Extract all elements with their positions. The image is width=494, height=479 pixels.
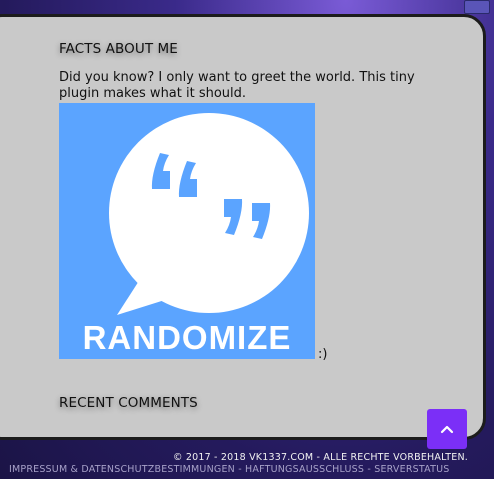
footer-separator: - bbox=[234, 464, 246, 475]
scroll-to-top-button[interactable] bbox=[427, 409, 467, 449]
footer-links: IMPRESSUM & DATENSCHUTZBESTIMMUNGEN - HA… bbox=[9, 464, 449, 475]
footer-link-serverstatus[interactable]: SERVERSTATUS bbox=[374, 464, 449, 475]
footer-copyright: © 2017 - 2018 VK1337.COM - ALLE RECHTE V… bbox=[172, 452, 468, 463]
facts-text: Did you know? I only want to greet the w… bbox=[59, 70, 415, 101]
footer-separator: - bbox=[364, 464, 375, 475]
randomize-plugin-logo: RANDOMIZE bbox=[59, 103, 315, 359]
facts-widget-title: FACTS ABOUT ME bbox=[59, 41, 178, 57]
footer-link-impressum[interactable]: IMPRESSUM & DATENSCHUTZBESTIMMUNGEN bbox=[9, 464, 235, 475]
logo-caption: RANDOMIZE bbox=[83, 319, 292, 356]
recent-comments-title: RECENT COMMENTS bbox=[59, 395, 198, 411]
window-corner-control bbox=[464, 0, 490, 14]
chevron-up-icon bbox=[440, 425, 454, 434]
smiley-text: :) bbox=[318, 347, 328, 362]
footer-link-haftungsausschluss[interactable]: HAFTUNGSAUSSCHLUSS bbox=[245, 464, 364, 475]
